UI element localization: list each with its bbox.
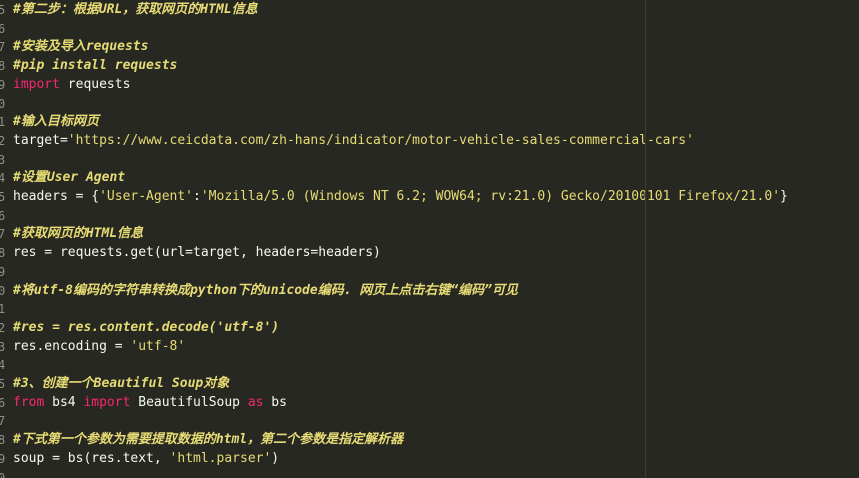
line-number: 8	[0, 433, 6, 448]
code-token-plain: res = requests.get(url=target, headers=h…	[13, 245, 381, 261]
code-token-comment: #获取网页的HTML信息	[13, 226, 144, 242]
code-token-plain: target=	[13, 132, 68, 148]
code-area[interactable]: #第二步：根据URL，获取网页的HTML信息 #安装及导入requests #pip…	[13, 0, 859, 478]
code-token-plain: soup = bs(res.text,	[13, 450, 170, 466]
line-number: 5	[0, 3, 6, 17]
code-token-string: 'utf-8'	[130, 338, 186, 354]
code-line[interactable]: #设置User Agent	[13, 169, 859, 187]
code-token-plain: bs4	[44, 394, 84, 410]
code-editor[interactable]: 5 6 7 8 9 0 1 2 3 4 5 6 7 8 9 0 1 2 3 4 5 6 7 8 9 0 #第二步：根据URL，获取…	[0, 0, 859, 478]
code-token-comment: #将utf-8编码的字符串转换成python下的unicode编码. 网页上点击…	[13, 282, 519, 298]
line-number: 2	[0, 133, 6, 148]
line-number: 8	[0, 59, 6, 74]
line-number: 1	[0, 115, 6, 130]
code-token-plain: )	[271, 450, 280, 466]
line-number: 3	[0, 152, 6, 167]
code-line[interactable]: from bs4 import BeautifulSoup as bs	[13, 394, 859, 412]
code-line[interactable]: #输入目标网页	[13, 113, 859, 131]
code-line[interactable]: headers = {'User-Agent':'Mozilla/5.0 (Wi…	[13, 188, 859, 206]
code-line[interactable]: #获取网页的HTML信息	[13, 225, 859, 243]
code-token-plain: :	[193, 189, 201, 204]
line-number: 6	[0, 395, 6, 410]
line-number: 0	[0, 283, 6, 298]
code-line[interactable]: #将utf-8编码的字符串转换成python下的unicode编码. 网页上点击…	[13, 282, 859, 300]
code-line[interactable]: import requests	[13, 76, 859, 94]
code-token-keyword: from	[13, 394, 45, 410]
code-line[interactable]	[13, 95, 859, 113]
code-token-comment: #第二步：根据URL，获取网页的HTML信息	[13, 2, 258, 17]
code-line[interactable]	[13, 300, 859, 318]
code-token-plain: res.encoding =	[13, 338, 131, 354]
code-token-plain: bs	[263, 394, 287, 410]
line-number: 1	[0, 302, 6, 317]
code-line[interactable]: #3、创建一个Beautiful Soup对象	[13, 375, 859, 393]
code-token-plain: }	[780, 189, 788, 204]
code-token-string: 'Mozilla/5.0 (Windows NT 6.2; WOW64; rv:…	[200, 189, 781, 204]
code-token-string: 'User-Agent'	[99, 189, 194, 204]
code-line[interactable]: #安装及导入requests	[13, 38, 859, 56]
code-token-comment: #安装及导入requests	[13, 39, 149, 55]
code-token-comment: #输入目标网页	[13, 114, 99, 130]
code-line[interactable]	[13, 20, 859, 38]
line-number: 0	[0, 470, 6, 478]
line-number: 6	[0, 21, 6, 36]
line-number: 4	[0, 358, 6, 373]
code-line[interactable]: #res = res.content.decode('utf-8')	[13, 319, 859, 337]
line-number: 7	[0, 40, 6, 55]
code-line[interactable]: #pip install requests	[13, 57, 859, 75]
line-number: 0	[0, 96, 6, 111]
code-token-plain: requests	[59, 76, 131, 92]
code-line[interactable]	[13, 356, 859, 374]
code-line[interactable]	[13, 412, 859, 430]
code-token-keyword: import	[83, 394, 131, 410]
line-number: 6	[0, 208, 6, 223]
code-line[interactable]: #第二步：根据URL，获取网页的HTML信息	[13, 1, 859, 19]
code-line[interactable]: #下式第一个参数为需要提取数据的html，第二个参数是指定解析器	[13, 431, 859, 449]
code-line[interactable]	[13, 469, 859, 478]
code-token-comment: #pip install requests	[13, 58, 178, 74]
code-token-comment: #设置User Agent	[13, 170, 126, 186]
line-number-gutter: 5 6 7 8 9 0 1 2 3 4 5 6 7 8 9 0 1 2 3 4 5 6 7 8 9 0	[0, 0, 13, 478]
code-line[interactable]	[13, 151, 859, 169]
line-number: 9	[0, 77, 6, 92]
line-number: 5	[0, 190, 6, 204]
code-token-keyword: as	[247, 394, 264, 410]
code-token-comment: #3、创建一个Beautiful Soup对象	[13, 376, 230, 391]
code-token-plain: headers = {	[13, 189, 100, 204]
code-token-string: 'https://www.ceicdata.com/zh-hans/indica…	[67, 132, 694, 148]
code-token-comment: #res = res.content.decode('utf-8')	[13, 319, 280, 335]
code-token-string: 'html.parser'	[169, 450, 272, 466]
line-number: 4	[0, 171, 6, 186]
line-number: 9	[0, 264, 6, 279]
line-number: 5	[0, 377, 6, 391]
line-number: 7	[0, 227, 6, 242]
code-line[interactable]: res.encoding = 'utf-8'	[13, 338, 859, 356]
line-number: 9	[0, 451, 6, 466]
ruler-guide	[645, 0, 646, 478]
code-line[interactable]	[13, 207, 859, 225]
code-token-keyword: import	[13, 76, 60, 92]
line-number: 8	[0, 246, 6, 261]
code-line[interactable]: target='https://www.ceicdata.com/zh-hans…	[13, 132, 859, 150]
code-line[interactable]	[13, 263, 859, 281]
line-number: 2	[0, 320, 6, 335]
line-number: 7	[0, 414, 6, 429]
code-token-plain: BeautifulSoup	[130, 394, 248, 410]
code-token-comment: #下式第一个参数为需要提取数据的html，第二个参数是指定解析器	[13, 432, 404, 448]
line-number: 3	[0, 339, 6, 354]
code-line[interactable]: soup = bs(res.text, 'html.parser')	[13, 450, 859, 468]
code-line[interactable]: res = requests.get(url=target, headers=h…	[13, 244, 859, 262]
